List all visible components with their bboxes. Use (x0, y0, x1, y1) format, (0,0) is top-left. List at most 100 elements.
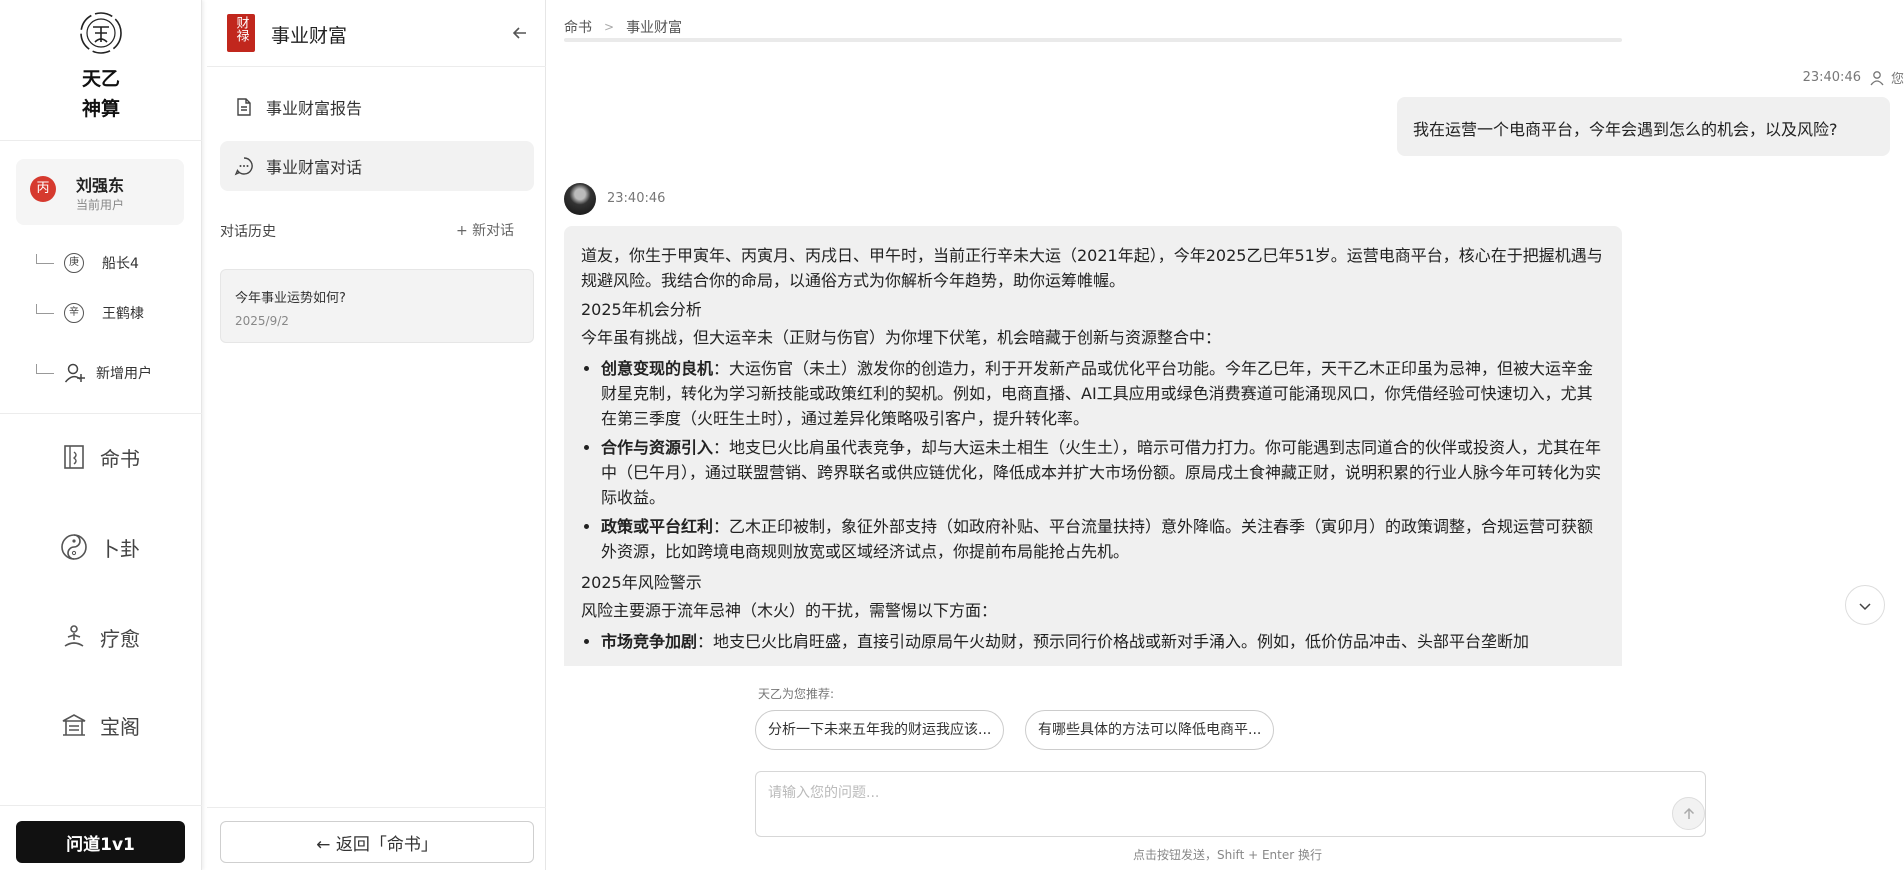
left-nav: 天乙 神算 丙 刘强东 当前用户 庚 船长4 辛 王鹤棣 新增用户 命书 卜卦 … (0, 0, 202, 870)
history-item[interactable]: 今年事业运势如何? 2025/9/2 (220, 269, 534, 343)
list-item-key: 政策或平台红利 (601, 517, 714, 536)
section-heading: 2025年机会分析 (581, 300, 702, 319)
list-item-text: ：地支巳火比肩虽代表竞争，却与大运未土相生（火生土），暗示可借力打力。你可能遇到… (601, 438, 1602, 507)
chat-bubble-icon (234, 157, 253, 176)
breadcrumb-current: 事业财富 (626, 20, 683, 36)
document-icon (237, 98, 251, 116)
tianyi-seal-icon (80, 12, 122, 54)
panel-item-chat[interactable]: 事业财富对话 (220, 141, 534, 191)
history-item-title: 今年事业运势如何? (235, 291, 346, 306)
panel-divider (207, 807, 546, 808)
chat-main: 命书 > 事业财富 23:40:46 您 我在运营一个电商平台，今年会遇到怎么的… (547, 0, 1904, 870)
tree-branch-line (36, 364, 54, 374)
assistant-avatar (564, 183, 596, 215)
progress-track (564, 38, 1622, 42)
arrow-up-icon (1683, 807, 1695, 819)
user-message-meta: 23:40:46 您 (1803, 68, 1904, 87)
panel-title: 事业财富 (271, 25, 348, 47)
add-user-icon (64, 363, 85, 383)
recommendation-chip[interactable]: 有哪些具体的方法可以降低电商平... (1025, 710, 1275, 750)
feature-panel: 财禄 事业财富 事业财富报告 事业财富对话 对话历史 + 新对话 今年事业运势如… (207, 0, 546, 870)
section-lead: 风险主要源于流年忌神（木火）的干扰，需警惕以下方面： (581, 601, 998, 620)
panel-item-report[interactable]: 事业财富报告 (220, 82, 534, 132)
assistant-message-bubble: 道友，你生于甲寅年、丙寅月、丙戌日、甲午时，当前正行辛未大运（2021年起），今… (564, 226, 1622, 666)
menu-item-mingshu[interactable]: 命书 (60, 437, 140, 477)
scroll-to-bottom-button[interactable] (1845, 585, 1885, 625)
yin-yang-icon (61, 534, 87, 560)
sub-user-name: 船长4 (102, 256, 139, 272)
sub-user-item[interactable]: 辛 王鹤棣 (36, 299, 144, 327)
user-icon (1870, 70, 1884, 85)
current-user-card[interactable]: 丙 刘强东 当前用户 (16, 159, 184, 225)
history-item-date: 2025/9/2 (235, 314, 289, 328)
list-item: 创意变现的良机：大运伤官（未土）激发你的创造力，利于开发新产品或优化平台功能。今… (601, 356, 1606, 431)
risk-list: 市场竞争加剧：地支巳火比肩旺盛，直接引动原局午火劫财，预示同行价格战或新对手涌入… (581, 629, 1606, 654)
back-to-mingshu-button[interactable]: ← 返回「命书」 (220, 821, 534, 863)
logo-line-1: 天乙 (81, 68, 120, 90)
menu-label: 命书 (100, 446, 140, 471)
pavilion-icon (62, 714, 86, 736)
app-logo[interactable]: 天乙 神算 (0, 10, 202, 124)
assistant-intro: 道友，你生于甲寅年、丙寅月、丙戌日、甲午时，当前正行辛未大运（2021年起），今… (581, 246, 1603, 290)
sub-user-name: 王鹤棣 (102, 306, 144, 322)
chat-input[interactable] (768, 782, 1648, 826)
menu-label: 疗愈 (100, 626, 140, 651)
nav-divider (0, 140, 202, 141)
book-icon (64, 445, 84, 469)
history-heading: 对话历史 (220, 224, 276, 240)
list-item-text: ：大运伤官（未土）激发你的创造力，利于开发新产品或优化平台功能。今年乙巳年，天干… (601, 359, 1594, 428)
add-user-button[interactable]: 新增用户 (36, 359, 152, 387)
tree-branch-line (36, 254, 54, 264)
panel-item-label: 事业财富报告 (266, 99, 363, 118)
list-item-key: 市场竞争加剧 (601, 632, 698, 651)
recommend-label: 天乙为您推荐: (758, 687, 835, 701)
menu-item-bugua[interactable]: 卜卦 (60, 527, 140, 567)
collapse-arrow-icon[interactable] (511, 24, 529, 42)
panel-header: 财禄 事业财富 (207, 0, 546, 67)
menu-item-baoge[interactable]: 宝阁 (60, 705, 140, 745)
sub-user-avatar: 辛 (64, 303, 84, 323)
menu-label: 宝阁 (100, 714, 140, 739)
nav-divider (0, 413, 202, 414)
user-message-who: 您 (1890, 72, 1904, 87)
add-user-label: 新增用户 (96, 366, 152, 382)
panel-item-label: 事业财富对话 (266, 158, 363, 177)
section-lead: 今年虽有挑战，但大运辛未（正财与伤官）为你埋下伏笔，机会暗藏于创新与资源整合中： (581, 328, 1222, 347)
list-item-text: ：地支巳火比肩旺盛，直接引动原局午火劫财，预示同行价格战或新对手涌入。例如，低价… (697, 632, 1530, 651)
chevron-down-icon (1859, 603, 1871, 611)
list-item: 政策或平台红利：乙木正印被制，象征外部支持（如政府补贴、平台流量扶持）意外降临。… (601, 514, 1606, 564)
recommendation-chip[interactable]: 分析一下未来五年我的财运我应该... (755, 710, 1005, 750)
tree-branch-line (36, 304, 54, 314)
section-heading: 2025年风险警示 (581, 573, 702, 592)
breadcrumb: 命书 > 事业财富 (564, 17, 682, 37)
logo-line-2: 神算 (81, 98, 120, 120)
list-item-text: ：乙木正印被制，象征外部支持（如政府补贴、平台流量扶持）意外降临。关注春季（寅卯… (601, 517, 1594, 561)
opportunity-list: 创意变现的良机：大运伤官（未土）激发你的创造力，利于开发新产品或优化平台功能。今… (581, 356, 1606, 564)
assistant-message-time: 23:40:46 (607, 191, 666, 206)
meditation-icon (64, 625, 84, 647)
menu-label: 卜卦 (100, 536, 140, 561)
list-item: 市场竞争加剧：地支巳火比肩旺盛，直接引动原局午火劫财，预示同行价格战或新对手涌入… (601, 629, 1606, 654)
list-item-key: 合作与资源引入 (601, 438, 714, 457)
input-hint: 点击按钮发送，Shift + Enter 换行 (1133, 848, 1322, 862)
chevron-right-icon: > (604, 20, 615, 34)
sub-user-item[interactable]: 庚 船长4 (36, 249, 139, 277)
ask-1v1-button[interactable]: 问道1v1 (16, 821, 185, 863)
chat-input-box (755, 771, 1706, 837)
list-item: 合作与资源引入：地支巳火比肩虽代表竞争，却与大运未土相生（火生土），暗示可借力打… (601, 435, 1606, 510)
current-user-name: 刘强东 (76, 176, 125, 195)
send-button[interactable] (1672, 797, 1705, 830)
breadcrumb-item[interactable]: 命书 (564, 17, 592, 37)
user-message-bubble: 我在运营一个电商平台，今年会遇到怎么的机会，以及风险? (1397, 97, 1890, 156)
list-item-key: 创意变现的良机 (601, 359, 714, 378)
sub-user-avatar: 庚 (64, 253, 84, 273)
current-user-avatar: 丙 (30, 176, 56, 202)
user-message-time: 23:40:46 (1802, 70, 1861, 85)
menu-item-liaoyu[interactable]: 疗愈 (60, 617, 140, 657)
nav-divider (0, 805, 202, 806)
current-user-sub: 当前用户 (76, 198, 125, 212)
app-root: 天乙 神算 丙 刘强东 当前用户 庚 船长4 辛 王鹤棣 新增用户 命书 卜卦 … (0, 0, 1904, 870)
seal-text: 财禄 (233, 16, 249, 42)
new-chat-button[interactable]: + 新对话 (456, 220, 514, 240)
wealth-seal-icon: 财禄 (227, 14, 255, 52)
